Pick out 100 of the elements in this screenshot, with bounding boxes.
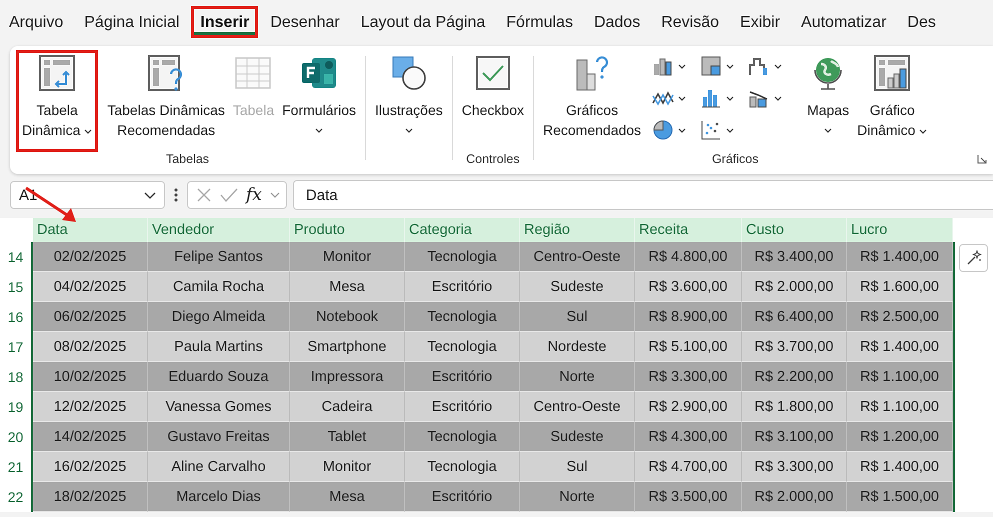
- ribbon-tab[interactable]: Fórmulas: [497, 0, 582, 40]
- group-label: Gráficos: [712, 152, 758, 168]
- caret-icon: [678, 128, 686, 132]
- shapes-icon: [390, 54, 428, 92]
- table-cell: Camila Rocha: [148, 272, 290, 302]
- ribbon-tab[interactable]: Dados: [584, 0, 650, 40]
- recommended-charts-button[interactable]: Gráficos Recomendados: [540, 50, 644, 152]
- check-icon[interactable]: [220, 188, 238, 202]
- forms-button[interactable]: Formulários: [279, 50, 360, 152]
- table-cell: Escritório: [405, 392, 520, 422]
- ribbon-tab[interactable]: Revisão: [652, 0, 728, 40]
- pie-chart-icon: [652, 119, 674, 141]
- table-cell: Gustavo Freitas: [148, 422, 290, 452]
- caret-icon: [678, 64, 686, 68]
- table-cell: Escritório: [405, 272, 520, 302]
- formula-field[interactable]: Data: [292, 180, 993, 210]
- group-label: Controles: [466, 152, 520, 168]
- hierarchy-chart-icon: [700, 55, 722, 77]
- table-cell: Norte: [520, 482, 635, 512]
- illustrations-button[interactable]: Ilustrações: [372, 50, 446, 152]
- histogram-chart-icon: [700, 87, 722, 109]
- ribbon-tab[interactable]: Exibir: [731, 0, 790, 40]
- table-cell: Smartphone: [290, 332, 405, 362]
- caret-icon: [774, 64, 782, 68]
- caret-icon: [144, 192, 156, 198]
- table-cell: 12/02/2025: [33, 392, 148, 422]
- table-cell: Nordeste: [520, 332, 635, 362]
- table-cell: R$ 3.600,00: [635, 272, 742, 302]
- table-cell: Tablet: [290, 422, 405, 452]
- table-cell: Monitor: [290, 452, 405, 482]
- table-cell: Monitor: [290, 242, 405, 272]
- ribbon-tab[interactable]: Layout da Página: [352, 0, 494, 40]
- table-cell: Tecnologia: [405, 242, 520, 272]
- table-cell: R$ 8.900,00: [635, 302, 742, 332]
- table-cell: 14/02/2025: [33, 422, 148, 452]
- caret-icon: [726, 64, 734, 68]
- pivot-table-button[interactable]: Tabela Dinâmica: [16, 50, 98, 152]
- table-cell: R$ 4.800,00: [635, 242, 742, 272]
- table-cell: R$ 5.100,00: [635, 332, 742, 362]
- table-cell: Aline Carvalho: [148, 452, 290, 482]
- maps-button[interactable]: Mapas: [804, 50, 852, 152]
- table-cell: R$ 1.200,00: [847, 422, 953, 452]
- table-cell: R$ 2.000,00: [742, 272, 847, 302]
- sparkle-icon: [966, 250, 982, 266]
- table-cell: R$ 1.500,00: [847, 482, 953, 512]
- table-cell: R$ 4.700,00: [635, 452, 742, 482]
- table-cell: R$ 3.300,00: [742, 452, 847, 482]
- pivot-chart-icon: [873, 54, 912, 92]
- table-cell: Diego Almeida: [148, 302, 290, 332]
- ribbon-tab[interactable]: Página Inicial: [75, 0, 188, 40]
- pivot-chart-button[interactable]: Gráfico Dinâmico: [854, 50, 930, 152]
- caret-icon: [726, 96, 734, 100]
- table-cell: R$ 2.000,00: [742, 482, 847, 512]
- formula-text: Data: [306, 186, 338, 204]
- table-cell: Sul: [520, 452, 635, 482]
- caret-icon: [726, 128, 734, 132]
- table-cell: Paula Martins: [148, 332, 290, 362]
- scatter-chart-icon: [700, 119, 722, 141]
- table-cell: Cadeira: [290, 392, 405, 422]
- table-cell: Sudeste: [520, 272, 635, 302]
- more-icon[interactable]: [174, 188, 178, 202]
- table-cell: Marcelo Dias: [148, 482, 290, 512]
- ribbon-tab[interactable]: Des: [898, 0, 945, 40]
- ribbon-tab[interactable]: Automatizar: [792, 0, 896, 40]
- quick-analysis-button[interactable]: [959, 244, 988, 272]
- caret-icon: [678, 96, 686, 100]
- column-header: Categoria: [405, 218, 520, 242]
- table-cell: R$ 1.100,00: [847, 392, 953, 422]
- table-cell: Escritório: [405, 482, 520, 512]
- table-cell: 04/02/2025: [33, 272, 148, 302]
- table-cell: 02/02/2025: [33, 242, 148, 272]
- table-cell: R$ 6.400,00: [742, 302, 847, 332]
- column-header: Região: [520, 218, 635, 242]
- table-cell: R$ 1.100,00: [847, 362, 953, 392]
- ribbon-tab[interactable]: Desenhar: [261, 0, 349, 40]
- table-cell: R$ 3.400,00: [742, 242, 847, 272]
- table-cell: 16/02/2025: [33, 452, 148, 482]
- table-cell: Escritório: [405, 362, 520, 392]
- caret-icon: [270, 192, 280, 198]
- ribbon-tab[interactable]: Arquivo: [0, 0, 72, 40]
- table-cell: Eduardo Souza: [148, 362, 290, 392]
- dialog-launcher-icon[interactable]: [977, 154, 987, 164]
- table-cell: 18/02/2025: [33, 482, 148, 512]
- ribbon-tab[interactable]: Inserir: [191, 6, 258, 38]
- table-cell: Sul: [520, 302, 635, 332]
- group-label: Tabelas: [166, 152, 210, 168]
- table-cell: Felipe Santos: [148, 242, 290, 272]
- table-cell: Mesa: [290, 482, 405, 512]
- insert-function-button[interactable]: fx: [246, 185, 262, 205]
- table-cell: Tecnologia: [405, 332, 520, 362]
- table-cell: 10/02/2025: [33, 362, 148, 392]
- table-cell: 08/02/2025: [33, 332, 148, 362]
- checkbox-button[interactable]: Checkbox: [458, 50, 527, 152]
- table-cell: R$ 1.400,00: [847, 452, 953, 482]
- table-cell: Tecnologia: [405, 422, 520, 452]
- table-cell: R$ 2.900,00: [635, 392, 742, 422]
- column-header: Vendedor: [148, 218, 290, 242]
- recommended-pivot-button[interactable]: Tabelas Dinâmicas Recomendadas: [104, 50, 228, 152]
- table-cell: R$ 3.100,00: [742, 422, 847, 452]
- table-cell: Centro-Oeste: [520, 392, 635, 422]
